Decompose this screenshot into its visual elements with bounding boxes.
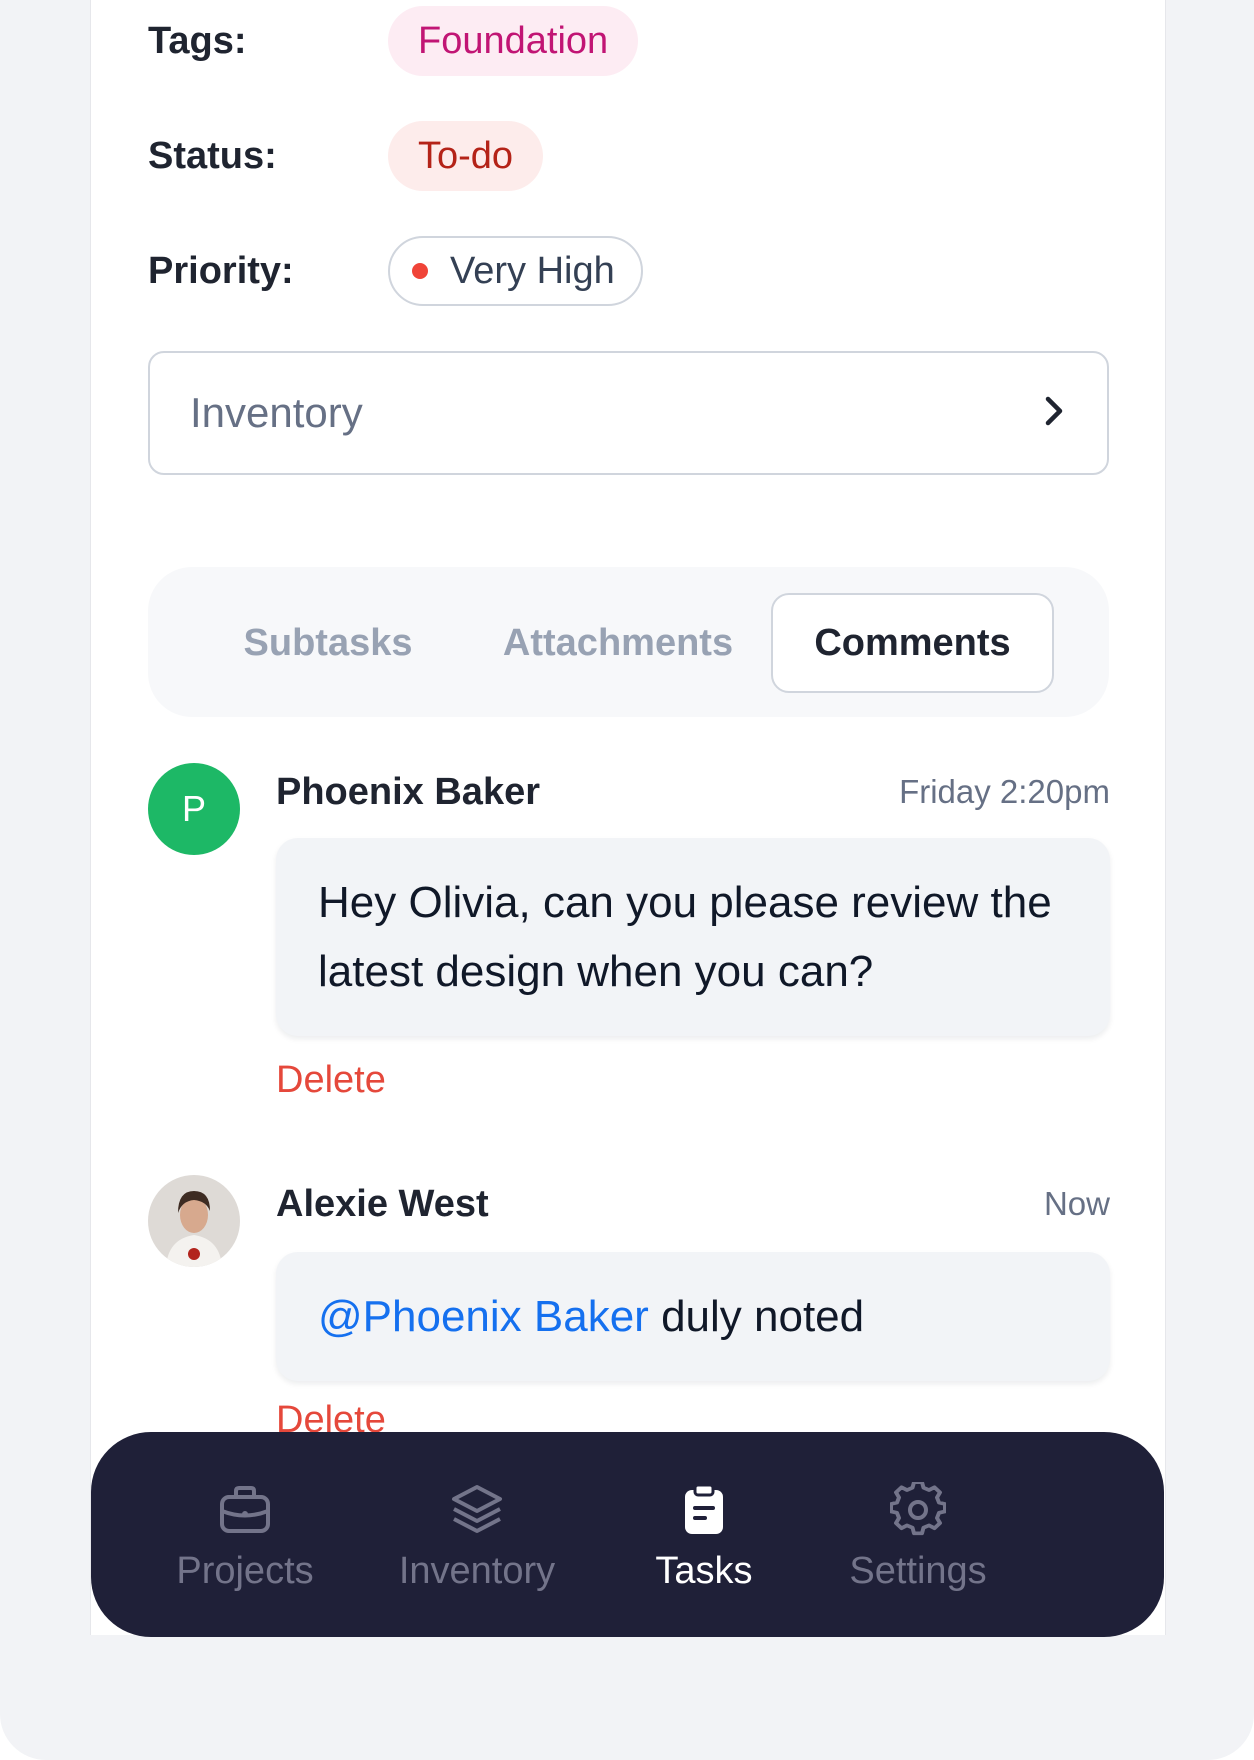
status-label: Status: xyxy=(148,134,277,177)
priority-value: Very High xyxy=(450,249,615,292)
comment-author: Phoenix Baker xyxy=(276,771,540,813)
nav-projects[interactable]: Projects xyxy=(125,1432,365,1637)
bottom-nav: Projects Inventory Tasks Settings xyxy=(91,1432,1164,1637)
chevron-right-icon xyxy=(1041,393,1067,434)
briefcase-icon xyxy=(217,1482,273,1538)
layers-icon xyxy=(449,1482,505,1538)
tab-subtasks[interactable]: Subtasks xyxy=(218,593,438,693)
nav-settings[interactable]: Settings xyxy=(798,1432,1038,1637)
task-detail-screen: Tags: Foundation Status: To-do Priority:… xyxy=(90,0,1166,1635)
mention-link[interactable]: @Phoenix Baker xyxy=(318,1292,649,1341)
comment-text: @Phoenix Baker duly noted xyxy=(276,1252,1110,1381)
priority-badge[interactable]: Very High xyxy=(388,236,643,306)
tab-comments[interactable]: Comments xyxy=(771,593,1054,693)
avatar[interactable]: P xyxy=(148,763,240,855)
comment-time: Now xyxy=(1043,1185,1110,1222)
delete-comment-button[interactable]: Delete xyxy=(276,1059,386,1102)
tags-row: Tags: Foundation xyxy=(148,6,639,76)
comment-author: Alexie West xyxy=(276,1183,489,1225)
comment-body: duly noted xyxy=(648,1292,865,1341)
status-row: Status: To-do xyxy=(148,121,544,191)
nav-tasks[interactable]: Tasks xyxy=(584,1432,824,1637)
tab-attachments[interactable]: Attachments xyxy=(478,593,758,693)
status-badge[interactable]: To-do xyxy=(388,121,544,191)
comment-text: Hey Olivia, can you please review the la… xyxy=(276,838,1110,1036)
comment-time: Friday 2:20pm xyxy=(899,773,1110,810)
project-select[interactable]: Inventory xyxy=(148,351,1109,475)
priority-row: Priority: Very High xyxy=(148,236,643,306)
tags-label: Tags: xyxy=(148,19,247,62)
nav-label: Projects xyxy=(176,1550,314,1592)
nav-inventory[interactable]: Inventory xyxy=(357,1432,597,1637)
avatar[interactable] xyxy=(148,1175,240,1267)
tag-badge[interactable]: Foundation xyxy=(388,6,639,76)
priority-label: Priority: xyxy=(148,249,294,292)
gear-icon xyxy=(890,1482,946,1538)
nav-label: Tasks xyxy=(655,1550,753,1592)
nav-label: Settings xyxy=(849,1550,987,1592)
priority-dot-icon xyxy=(412,263,428,279)
tab-bar: Subtasks Attachments Comments xyxy=(148,567,1109,717)
clipboard-icon xyxy=(676,1482,732,1538)
project-select-value: Inventory xyxy=(190,389,363,436)
nav-label: Inventory xyxy=(398,1550,556,1592)
